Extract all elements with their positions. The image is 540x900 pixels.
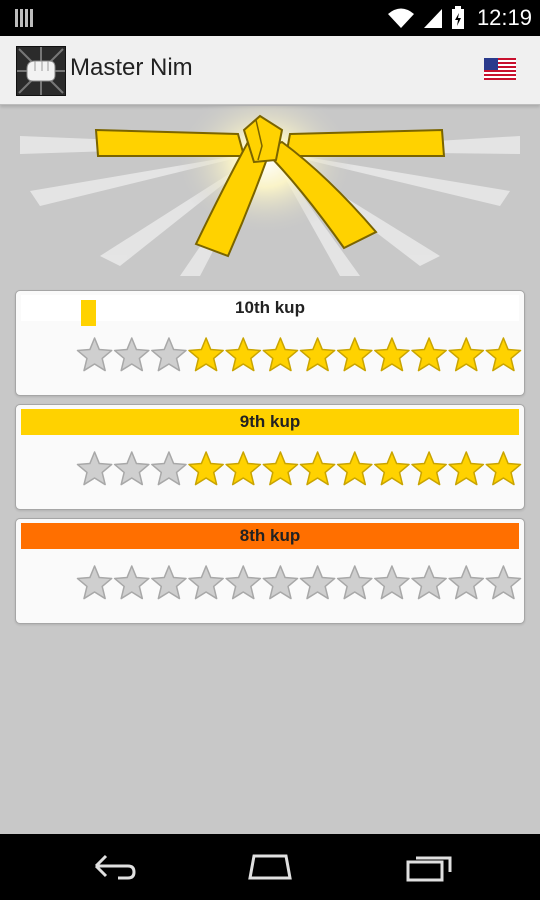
star-rating	[76, 565, 522, 600]
signal-icon	[423, 9, 442, 28]
us-flag-icon	[484, 58, 516, 80]
star-empty-icon	[374, 565, 410, 600]
star-filled-icon	[262, 337, 299, 372]
star-empty-icon	[262, 565, 299, 600]
level-label: 10th kup	[235, 298, 305, 317]
star-empty-icon	[76, 337, 113, 372]
star-empty-icon	[113, 337, 150, 372]
star-empty-icon	[485, 565, 522, 600]
level-label: 9th kup	[239, 412, 301, 431]
wifi-icon	[387, 8, 414, 28]
level-card-10th-kup[interactable]: 10th kup	[15, 290, 525, 396]
home-icon	[248, 854, 292, 880]
star-filled-icon	[411, 451, 447, 486]
star-filled-icon	[448, 337, 485, 372]
star-empty-icon	[113, 565, 150, 600]
star-filled-icon	[485, 337, 522, 372]
star-filled-icon	[225, 337, 262, 372]
star-empty-icon	[151, 565, 187, 600]
star-empty-icon	[76, 451, 113, 486]
star-filled-icon	[374, 451, 410, 486]
star-filled-icon	[336, 451, 373, 486]
star-filled-icon	[411, 337, 447, 372]
star-empty-icon	[151, 451, 187, 486]
star-filled-icon	[299, 337, 336, 372]
level-card-8th-kup[interactable]: 8th kup	[15, 518, 525, 624]
app-logo[interactable]	[16, 46, 66, 96]
star-empty-icon	[336, 565, 373, 600]
star-filled-icon	[336, 337, 373, 372]
notification-icon	[15, 9, 33, 27]
star-empty-icon	[225, 565, 262, 600]
star-filled-icon	[485, 451, 522, 486]
star-filled-icon	[374, 337, 410, 372]
star-empty-icon	[188, 565, 224, 600]
level-label: 8th kup	[239, 526, 301, 545]
level-bar: 10th kup	[21, 295, 519, 326]
level-bar: 9th kup	[21, 409, 519, 435]
star-empty-icon	[448, 565, 485, 600]
star-rating	[76, 337, 522, 372]
star-filled-icon	[262, 451, 299, 486]
navigation-bar	[0, 834, 540, 900]
star-filled-icon	[188, 337, 224, 372]
back-icon	[94, 854, 136, 880]
belt-hero	[0, 86, 540, 276]
recent-apps-button[interactable]	[400, 848, 460, 884]
yellow-belt-icon	[20, 86, 520, 276]
star-empty-icon	[411, 565, 447, 600]
star-rating	[76, 451, 522, 486]
back-button[interactable]	[84, 848, 144, 884]
recent-apps-icon	[406, 856, 452, 882]
star-empty-icon	[76, 565, 113, 600]
home-button[interactable]	[240, 848, 300, 884]
star-filled-icon	[188, 451, 224, 486]
battery-icon	[451, 6, 464, 29]
language-button[interactable]	[484, 58, 516, 80]
level-progress-fill	[81, 300, 96, 326]
star-filled-icon	[448, 451, 485, 486]
fist-icon	[17, 47, 65, 95]
star-filled-icon	[299, 451, 336, 486]
action-bar: Master Nim	[0, 36, 540, 105]
level-bar: 8th kup	[21, 523, 519, 549]
clock: 12:19	[476, 5, 532, 30]
app-title: Master Nim	[70, 54, 193, 81]
star-empty-icon	[113, 451, 150, 486]
star-empty-icon	[151, 337, 187, 372]
star-filled-icon	[225, 451, 262, 486]
star-empty-icon	[299, 565, 336, 600]
status-bar: 12:19	[0, 0, 540, 36]
level-card-9th-kup[interactable]: 9th kup	[15, 404, 525, 510]
